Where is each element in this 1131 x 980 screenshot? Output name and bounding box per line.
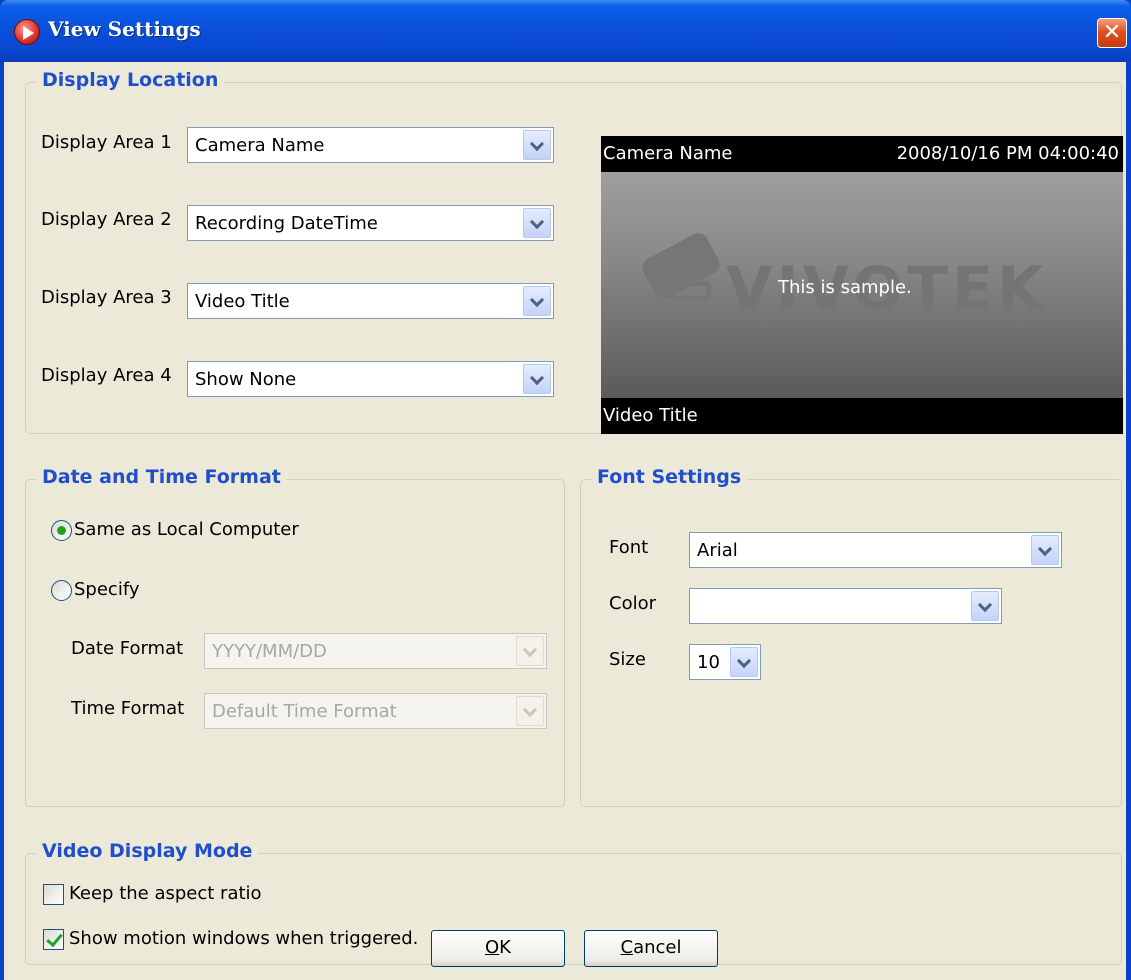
display-area-4-label: Display Area 4 (41, 365, 172, 386)
view-settings-window: View Settings ✕ Display Location Display… (0, 0, 1131, 980)
preview-bottom-bar: Video Title (601, 398, 1123, 434)
time-format-select[interactable]: Default Time Format (204, 693, 547, 729)
same-as-local-label[interactable]: Same as Local Computer (74, 519, 299, 540)
display-area-1-select[interactable]: Camera Name (187, 127, 554, 163)
keep-aspect-checkbox[interactable] (43, 884, 64, 905)
preview-top-bar: Camera Name 2008/10/16 PM 04:00:40 (601, 136, 1123, 172)
time-format-value: Default Time Format (212, 701, 397, 722)
chevron-down-icon[interactable] (523, 208, 551, 238)
cancel-label: ancel (633, 937, 682, 958)
specify-radio[interactable] (51, 580, 72, 601)
font-value: Arial (697, 540, 738, 561)
size-value: 10 (697, 652, 720, 673)
video-display-legend: Video Display Mode (36, 840, 259, 862)
dialog-body: Display Location Display Area 1 Camera N… (4, 62, 1126, 980)
show-motion-checkbox[interactable] (43, 929, 64, 950)
chevron-down-icon[interactable] (523, 364, 551, 394)
date-time-legend: Date and Time Format (36, 466, 287, 488)
ok-label: K (499, 937, 511, 958)
app-logo-icon (14, 19, 40, 45)
size-label: Size (609, 649, 646, 670)
font-label: Font (609, 537, 649, 558)
date-time-group: Date and Time Format Same as Local Compu… (25, 466, 565, 807)
osd-preview: Camera Name 2008/10/16 PM 04:00:40 VIVOT… (601, 136, 1123, 434)
font-settings-group: Font Settings Font Arial Color Size 10 (580, 466, 1122, 807)
color-select[interactable] (689, 588, 1002, 624)
ok-accelerator: O (485, 937, 500, 958)
preview-datetime: 2008/10/16 PM 04:00:40 (896, 143, 1119, 164)
specify-label[interactable]: Specify (74, 579, 140, 600)
preview-camera-name: Camera Name (603, 143, 733, 164)
display-location-group: Display Location Display Area 1 Camera N… (25, 69, 1123, 434)
display-area-4-value: Show None (195, 369, 297, 390)
chevron-down-icon[interactable] (1031, 535, 1059, 565)
same-as-local-radio[interactable] (51, 520, 72, 541)
date-format-label: Date Format (71, 638, 184, 659)
cancel-accelerator: C (620, 937, 634, 958)
date-format-select[interactable]: YYYY/MM/DD (204, 633, 547, 669)
ok-button[interactable]: OK (431, 930, 565, 967)
close-button[interactable]: ✕ (1097, 18, 1127, 48)
time-format-label: Time Format (71, 698, 185, 719)
keep-aspect-label[interactable]: Keep the aspect ratio (69, 883, 262, 904)
display-area-3-select[interactable]: Video Title (187, 283, 554, 319)
chevron-down-icon[interactable] (516, 636, 544, 666)
chevron-down-icon[interactable] (523, 286, 551, 316)
display-location-legend: Display Location (36, 69, 225, 91)
camera-logo-base (671, 281, 711, 301)
chevron-down-icon[interactable] (523, 130, 551, 160)
date-format-value: YYYY/MM/DD (212, 641, 327, 662)
title-bar[interactable]: View Settings ✕ (0, 0, 1131, 62)
font-select[interactable]: Arial (689, 532, 1062, 568)
show-motion-label[interactable]: Show motion windows when triggered. (69, 928, 418, 949)
display-area-3-label: Display Area 3 (41, 287, 172, 308)
chevron-down-icon[interactable] (516, 696, 544, 726)
display-area-2-select[interactable]: Recording DateTime (187, 205, 554, 241)
display-area-1-label: Display Area 1 (41, 132, 172, 153)
window-title: View Settings (48, 17, 201, 41)
preview-video-title: Video Title (603, 405, 698, 426)
display-area-1-value: Camera Name (195, 135, 325, 156)
font-settings-legend: Font Settings (591, 466, 748, 488)
video-display-group: Video Display Mode Keep the aspect ratio… (25, 840, 1122, 965)
display-area-3-value: Video Title (195, 291, 290, 312)
chevron-down-icon[interactable] (971, 591, 999, 621)
display-area-2-label: Display Area 2 (41, 209, 172, 230)
chevron-down-icon[interactable] (730, 647, 758, 677)
cancel-button[interactable]: Cancel (584, 930, 718, 967)
display-area-2-value: Recording DateTime (195, 213, 378, 234)
preview-sample-text: This is sample. (778, 277, 912, 298)
display-area-4-select[interactable]: Show None (187, 361, 554, 397)
size-select[interactable]: 10 (689, 644, 761, 680)
color-label: Color (609, 593, 656, 614)
